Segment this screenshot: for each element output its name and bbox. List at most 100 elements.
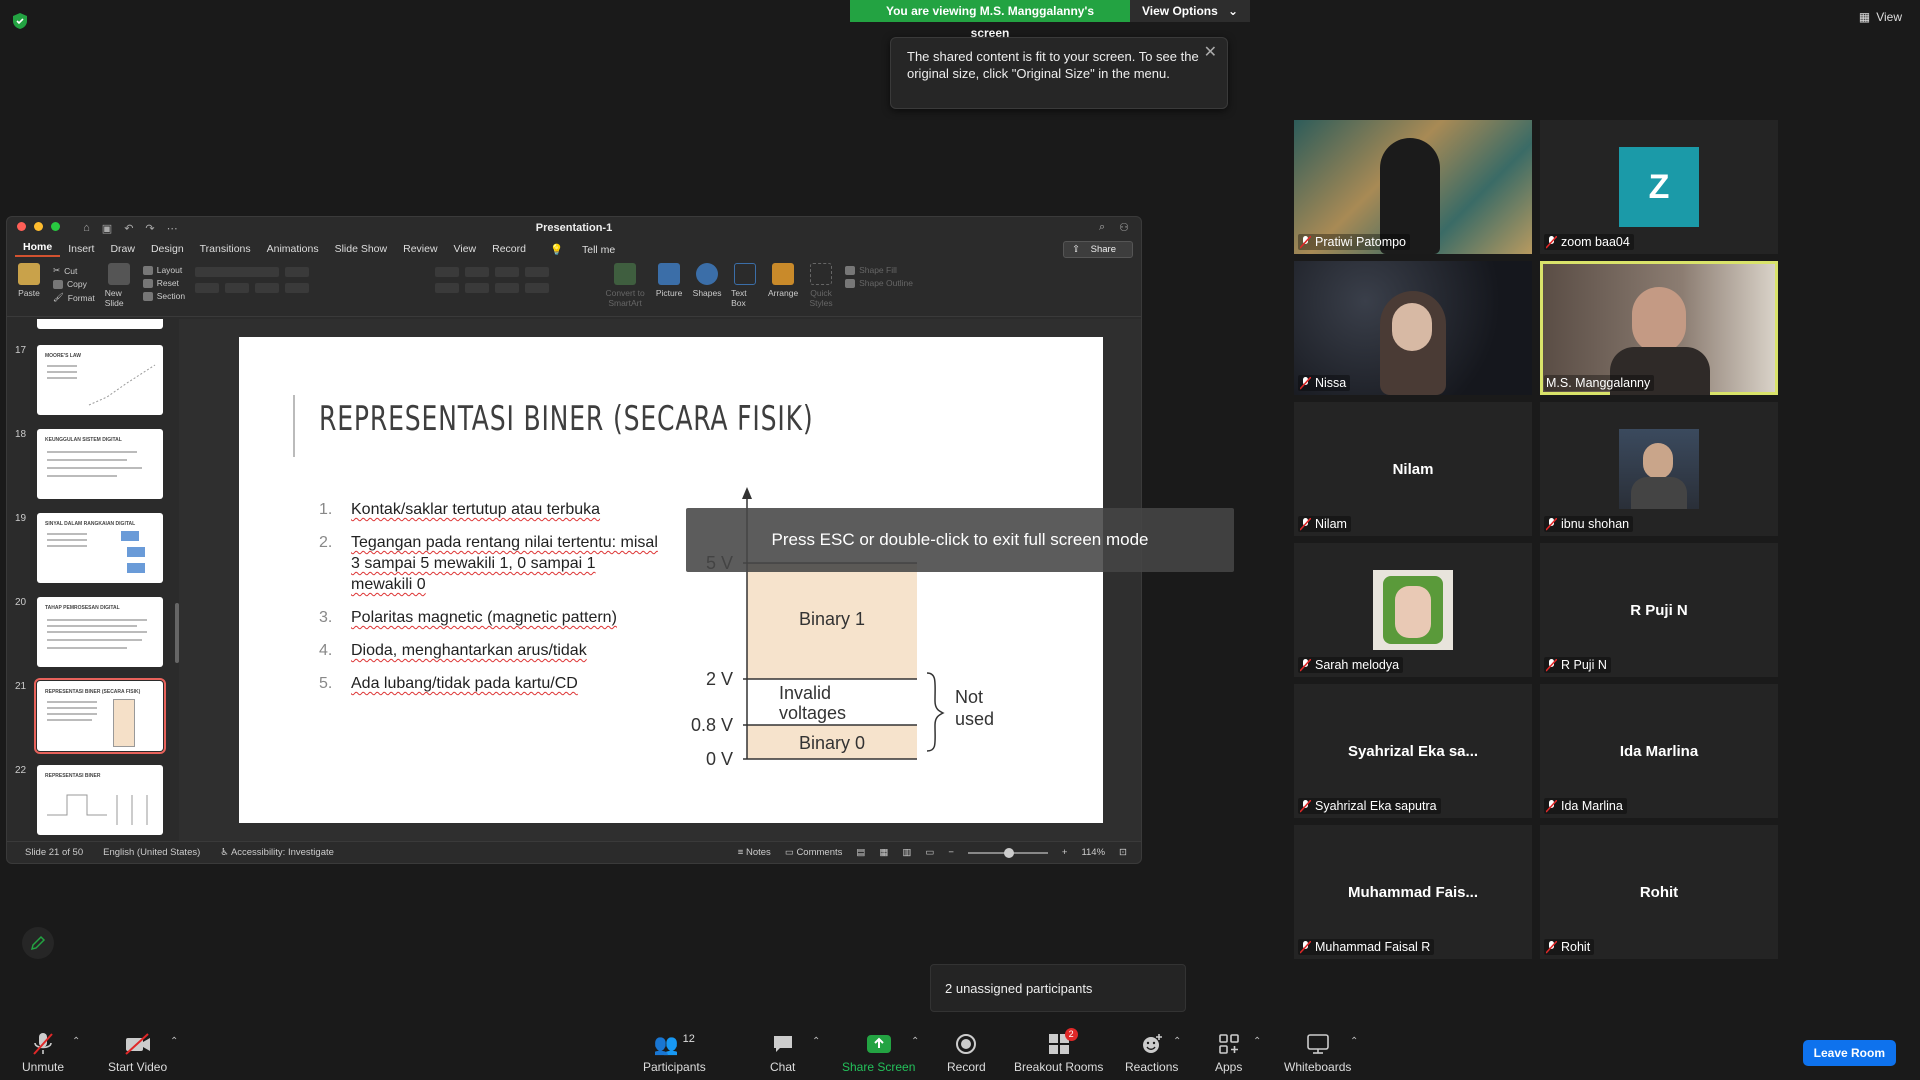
shapes-button[interactable]: Shapes [693, 263, 722, 298]
security-shield-icon[interactable] [12, 12, 28, 30]
audio-options-chevron-icon[interactable]: ⌃ [72, 1036, 80, 1047]
slide-thumbnail[interactable]: 17 MOORE'S LAW [15, 345, 165, 417]
video-tile[interactable]: Muhammad Fais... Muhammad Faisal R [1294, 825, 1532, 959]
video-tile[interactable]: R Puji N R Puji N [1540, 543, 1778, 677]
section-button[interactable]: Section [142, 291, 185, 301]
shape-outline-button[interactable]: Shape Outline [845, 278, 913, 288]
normal-view-icon[interactable]: ▤ [856, 847, 865, 858]
picture-button[interactable]: Picture [655, 263, 683, 298]
tab-design[interactable]: Design [143, 243, 192, 255]
justify-button[interactable] [525, 283, 550, 293]
slide-thumbnail-selected[interactable]: 21 REPRESENTASI BINER (SECARA FISIK) [15, 678, 166, 754]
start-video-button[interactable]: Start Video [108, 1032, 167, 1074]
reset-button[interactable]: Reset [142, 278, 185, 288]
tab-transitions[interactable]: Transitions [192, 243, 259, 255]
slide-thumbnail[interactable]: 22 REPRESENTASI BINER [15, 765, 165, 837]
video-tile[interactable]: Ida Marlina Ida Marlina [1540, 684, 1778, 818]
reading-view-icon[interactable]: ▥ [902, 847, 911, 858]
chat-button[interactable]: Chat [770, 1032, 795, 1074]
align-left-button[interactable] [435, 283, 460, 293]
language-status[interactable]: English (United States) [103, 847, 200, 858]
paste-button[interactable]: Paste [15, 263, 43, 298]
slide-thumbnail[interactable]: 19 SINYAL DALAM RANGKAIAN DIGITAL [15, 513, 165, 585]
breakout-rooms-button[interactable]: 2 Breakout Rooms [1014, 1028, 1103, 1074]
collaborate-icon[interactable]: ⚇ [1119, 221, 1129, 234]
zoom-slider[interactable] [967, 847, 1048, 858]
tab-home[interactable]: Home [15, 241, 61, 257]
fit-slide-icon[interactable]: ⊡ [1119, 847, 1127, 858]
view-options-button[interactable]: View Options ⌄ [1130, 0, 1250, 22]
numbering-button[interactable] [465, 267, 490, 277]
tab-record[interactable]: Record [484, 243, 534, 255]
align-right-button[interactable] [495, 283, 520, 293]
zoom-out-icon[interactable]: − [948, 847, 954, 858]
tab-review[interactable]: Review [395, 243, 445, 255]
unmute-button[interactable]: Unmute [22, 1032, 64, 1074]
whiteboards-button[interactable]: Whiteboards [1284, 1032, 1351, 1074]
layout-button[interactable]: Layout [142, 265, 185, 275]
reactions-options-chevron-icon[interactable]: ⌃ [1173, 1036, 1181, 1047]
video-tile[interactable]: Nilam Nilam [1294, 402, 1532, 536]
video-tile[interactable]: Nissa [1294, 261, 1532, 395]
apps-button[interactable]: Apps [1215, 1032, 1242, 1074]
unassigned-participants-notice[interactable]: 2 unassigned participants [930, 964, 1186, 1012]
line-spacing-button[interactable] [525, 267, 550, 277]
font-size-select[interactable] [285, 267, 310, 277]
video-tile[interactable]: Rohit Rohit [1540, 825, 1778, 959]
share-options-chevron-icon[interactable]: ⌃ [911, 1036, 919, 1047]
tab-animations[interactable]: Animations [259, 243, 327, 255]
zoom-in-icon[interactable]: + [1062, 847, 1068, 858]
format-painter-button[interactable]: 🖌 Format [53, 292, 95, 303]
zoom-slider-knob[interactable] [1003, 847, 1014, 858]
accessibility-status[interactable]: ♿ Accessibility: Investigate [220, 847, 334, 858]
font-family-select[interactable] [195, 267, 280, 277]
annotate-button[interactable] [22, 927, 54, 959]
convert-smartart-button[interactable]: Convert to SmartArt [605, 263, 645, 308]
video-tile[interactable]: Pratiwi Patompo [1294, 120, 1532, 254]
close-icon[interactable]: ✕ [1204, 44, 1217, 61]
reactions-button[interactable]: Reactions [1125, 1032, 1178, 1074]
new-slide-button[interactable]: New Slide [105, 263, 133, 308]
tab-slide-show[interactable]: Slide Show [327, 243, 396, 255]
cut-button[interactable]: ✂ Cut [53, 265, 95, 276]
slide-sorter-icon[interactable]: ▦ [879, 847, 888, 858]
video-tile[interactable]: ibnu shohan [1540, 402, 1778, 536]
search-icon[interactable]: ⌕ [1099, 221, 1105, 234]
participants-button[interactable]: 👥 12 Participants [643, 1032, 706, 1074]
tab-tell-me[interactable]: 💡 Tell me [534, 243, 631, 256]
bold-button[interactable] [195, 283, 220, 293]
copy-button[interactable]: Copy [53, 279, 95, 289]
quick-styles-button[interactable]: Quick Styles [807, 263, 835, 308]
video-tile[interactable]: Sarah melodya [1294, 543, 1532, 677]
slide-bullet-list[interactable]: 1. Kontak/saklar tertutup atau terbuka 2.… [319, 499, 659, 706]
leave-room-button[interactable]: Leave Room [1802, 1040, 1896, 1066]
video-tile[interactable]: Z zoom baa04 [1540, 120, 1778, 254]
notes-button[interactable]: ≡ Notes [738, 847, 771, 858]
whiteboards-options-chevron-icon[interactable]: ⌃ [1350, 1036, 1358, 1047]
shape-fill-button[interactable]: Shape Fill [845, 265, 913, 275]
slide-thumbnail[interactable]: 20 TAHAP PEMROSESAN DIGITAL [15, 597, 165, 669]
text-box-button[interactable]: Text Box [731, 263, 759, 308]
record-button[interactable]: Record [947, 1032, 986, 1074]
zoom-level[interactable]: 114% [1081, 847, 1105, 858]
slide-thumbnail[interactable] [15, 319, 165, 331]
chat-options-chevron-icon[interactable]: ⌃ [812, 1036, 820, 1047]
slide-title[interactable]: REPRESENTASI BINER (SECARA FISIK) [319, 399, 813, 439]
tab-insert[interactable]: Insert [60, 243, 102, 255]
share-screen-button[interactable]: Share Screen [842, 1032, 915, 1074]
current-slide[interactable]: REPRESENTASI BINER (SECARA FISIK) 1. Kont… [239, 337, 1103, 823]
align-center-button[interactable] [465, 283, 490, 293]
bullets-button[interactable] [435, 267, 460, 277]
tab-draw[interactable]: Draw [102, 243, 143, 255]
video-tile[interactable]: Syahrizal Eka sa... Syahrizal Eka saputr… [1294, 684, 1532, 818]
font-color-button[interactable] [285, 283, 310, 293]
comments-button[interactable]: ▭ Comments [785, 847, 843, 858]
underline-button[interactable] [255, 283, 280, 293]
video-tile-active-speaker[interactable]: M.S. Manggalanny [1540, 261, 1778, 395]
slideshow-icon[interactable]: ▭ [925, 847, 934, 858]
tab-view[interactable]: View [446, 243, 485, 255]
video-options-chevron-icon[interactable]: ⌃ [170, 1036, 178, 1047]
view-button[interactable]: ▦ View [1859, 10, 1902, 24]
indent-button[interactable] [495, 267, 520, 277]
italic-button[interactable] [225, 283, 250, 293]
